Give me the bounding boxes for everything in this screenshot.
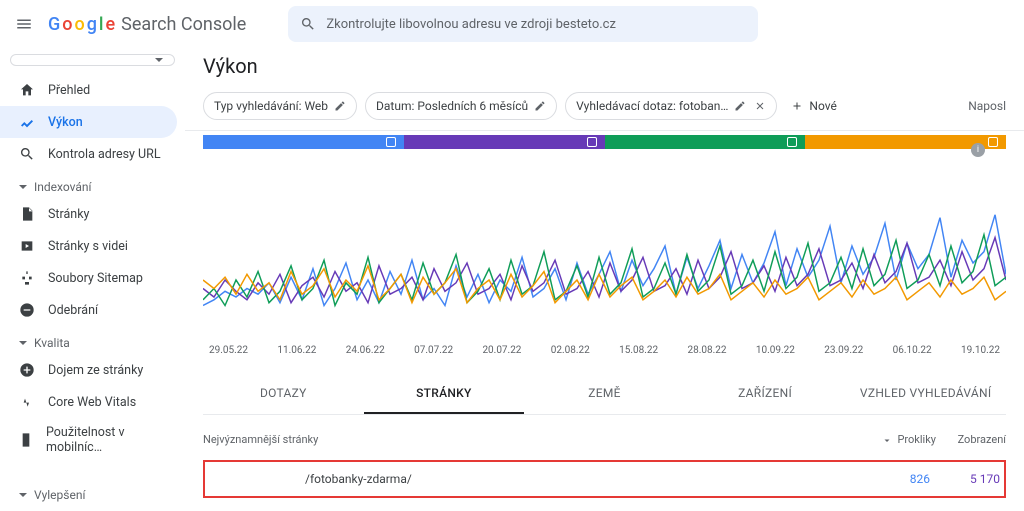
clicks-value: 826 — [850, 472, 930, 486]
tab-queries[interactable]: DOTAZY — [203, 374, 364, 414]
table-row-highlighted[interactable]: /fotobanky-zdarma/ 826 5 170 — [203, 460, 1006, 498]
nav-video-pages[interactable]: Stránky s videi — [0, 230, 177, 262]
chevron-down-icon — [18, 490, 28, 500]
chart-x-axis: 29.05.2211.06.2224.06.2207.07.2220.07.22… — [203, 345, 1006, 356]
home-icon — [18, 81, 36, 99]
property-selector[interactable] — [10, 54, 175, 66]
col-impressions[interactable]: Zobrazení — [936, 433, 1006, 446]
tab-countries[interactable]: ZEMĚ — [524, 374, 685, 414]
plus-icon — [791, 100, 803, 112]
chip-date[interactable]: Datum: Posledních 6 měsíců — [365, 92, 557, 120]
col-clicks[interactable]: Prokliky — [856, 433, 936, 446]
nav-label: Kontrola adresy URL — [48, 147, 161, 162]
plus-circle-icon — [18, 361, 36, 379]
section-indexing[interactable]: Indexování — [0, 170, 185, 198]
nav-core-web-vitals[interactable]: Core Web Vitals — [0, 386, 177, 418]
chart-annotation-icon[interactable]: i — [971, 143, 985, 157]
last-updated-label: Naposl — [968, 99, 1006, 113]
edit-icon — [534, 100, 546, 112]
chart-icon — [18, 113, 36, 131]
nav-url-inspection[interactable]: Kontrola adresy URL — [0, 138, 177, 170]
page-title: Výkon — [185, 48, 1024, 92]
search-placeholder: Zkontrolujte libovolnou adresu ve zdroji… — [326, 17, 616, 32]
tab-search-appearance[interactable]: VZHLED VYHLEDÁVÁNÍ — [845, 374, 1006, 414]
arrow-down-icon — [881, 434, 893, 446]
sitemap-icon — [18, 269, 36, 287]
search-icon — [300, 16, 316, 32]
metric-toggle-bar — [203, 135, 1006, 149]
edit-icon — [734, 100, 746, 112]
nav-breadcrumbs[interactable]: Navigační struktura — [0, 506, 177, 511]
nav-overview[interactable]: Přehled — [0, 74, 177, 106]
main-content: Výkon Typ vyhledávání: Web Datum: Posled… — [185, 48, 1024, 511]
pages-icon — [18, 205, 36, 223]
sidebar: Přehled Výkon Kontrola adresy URL Indexo… — [0, 48, 185, 511]
tab-devices[interactable]: ZAŘÍZENÍ — [685, 374, 846, 414]
chip-query[interactable]: Vyhledávací dotaz: fotoban… — [565, 92, 777, 120]
impressions-value: 5 170 — [930, 472, 1000, 486]
page-url: /fotobanky-zdarma/ — [305, 472, 850, 486]
metric-ctr[interactable] — [605, 135, 806, 149]
nav-mobile-usability[interactable]: Použitelnost v mobilníc… — [0, 418, 177, 462]
vitals-icon — [18, 393, 36, 411]
video-icon — [18, 237, 36, 255]
chevron-down-icon — [18, 182, 28, 192]
chevron-down-icon — [18, 338, 28, 348]
metric-clicks[interactable] — [203, 135, 404, 149]
tab-pages[interactable]: STRÁNKY — [364, 374, 525, 414]
remove-icon — [18, 301, 36, 319]
nav-performance[interactable]: Výkon — [0, 106, 177, 138]
section-experience[interactable]: Kvalita — [0, 326, 185, 354]
edit-icon — [334, 100, 346, 112]
nav-page-experience[interactable]: Dojem ze stránky — [0, 354, 177, 386]
metric-impressions[interactable] — [404, 135, 605, 149]
table-header: Nejvýznamnější stránky Prokliky Zobrazen… — [185, 415, 1024, 456]
nav-pages[interactable]: Stránky — [0, 198, 177, 230]
menu-icon[interactable] — [12, 12, 36, 36]
dimension-tabs: DOTAZY STRÁNKY ZEMĚ ZAŘÍZENÍ VZHLED VYHL… — [203, 374, 1006, 415]
nav-label: Přehled — [48, 83, 90, 98]
search-icon — [18, 145, 36, 163]
add-filter-button[interactable]: Nové — [785, 99, 842, 113]
section-enhancements[interactable]: Vylepšení — [0, 478, 185, 506]
chevron-down-icon — [154, 55, 164, 65]
logo: Google Search Console — [48, 14, 246, 35]
nav-label: Výkon — [48, 115, 83, 130]
chip-search-type[interactable]: Typ vyhledávání: Web — [203, 92, 357, 120]
url-inspect-search[interactable]: Zkontrolujte libovolnou adresu ve zdroji… — [288, 6, 758, 42]
nav-sitemaps[interactable]: Soubory Sitemap — [0, 262, 177, 294]
close-icon[interactable] — [754, 100, 766, 112]
nav-removals[interactable]: Odebrání — [0, 294, 177, 326]
performance-chart: i 29.05.2211.06.2224.06.2207.07.2220.07.… — [203, 161, 1006, 356]
mobile-icon — [18, 431, 34, 449]
filters-row: Typ vyhledávání: Web Datum: Posledních 6… — [185, 92, 1024, 131]
table-heading: Nejvýznamnější stránky — [203, 433, 856, 446]
